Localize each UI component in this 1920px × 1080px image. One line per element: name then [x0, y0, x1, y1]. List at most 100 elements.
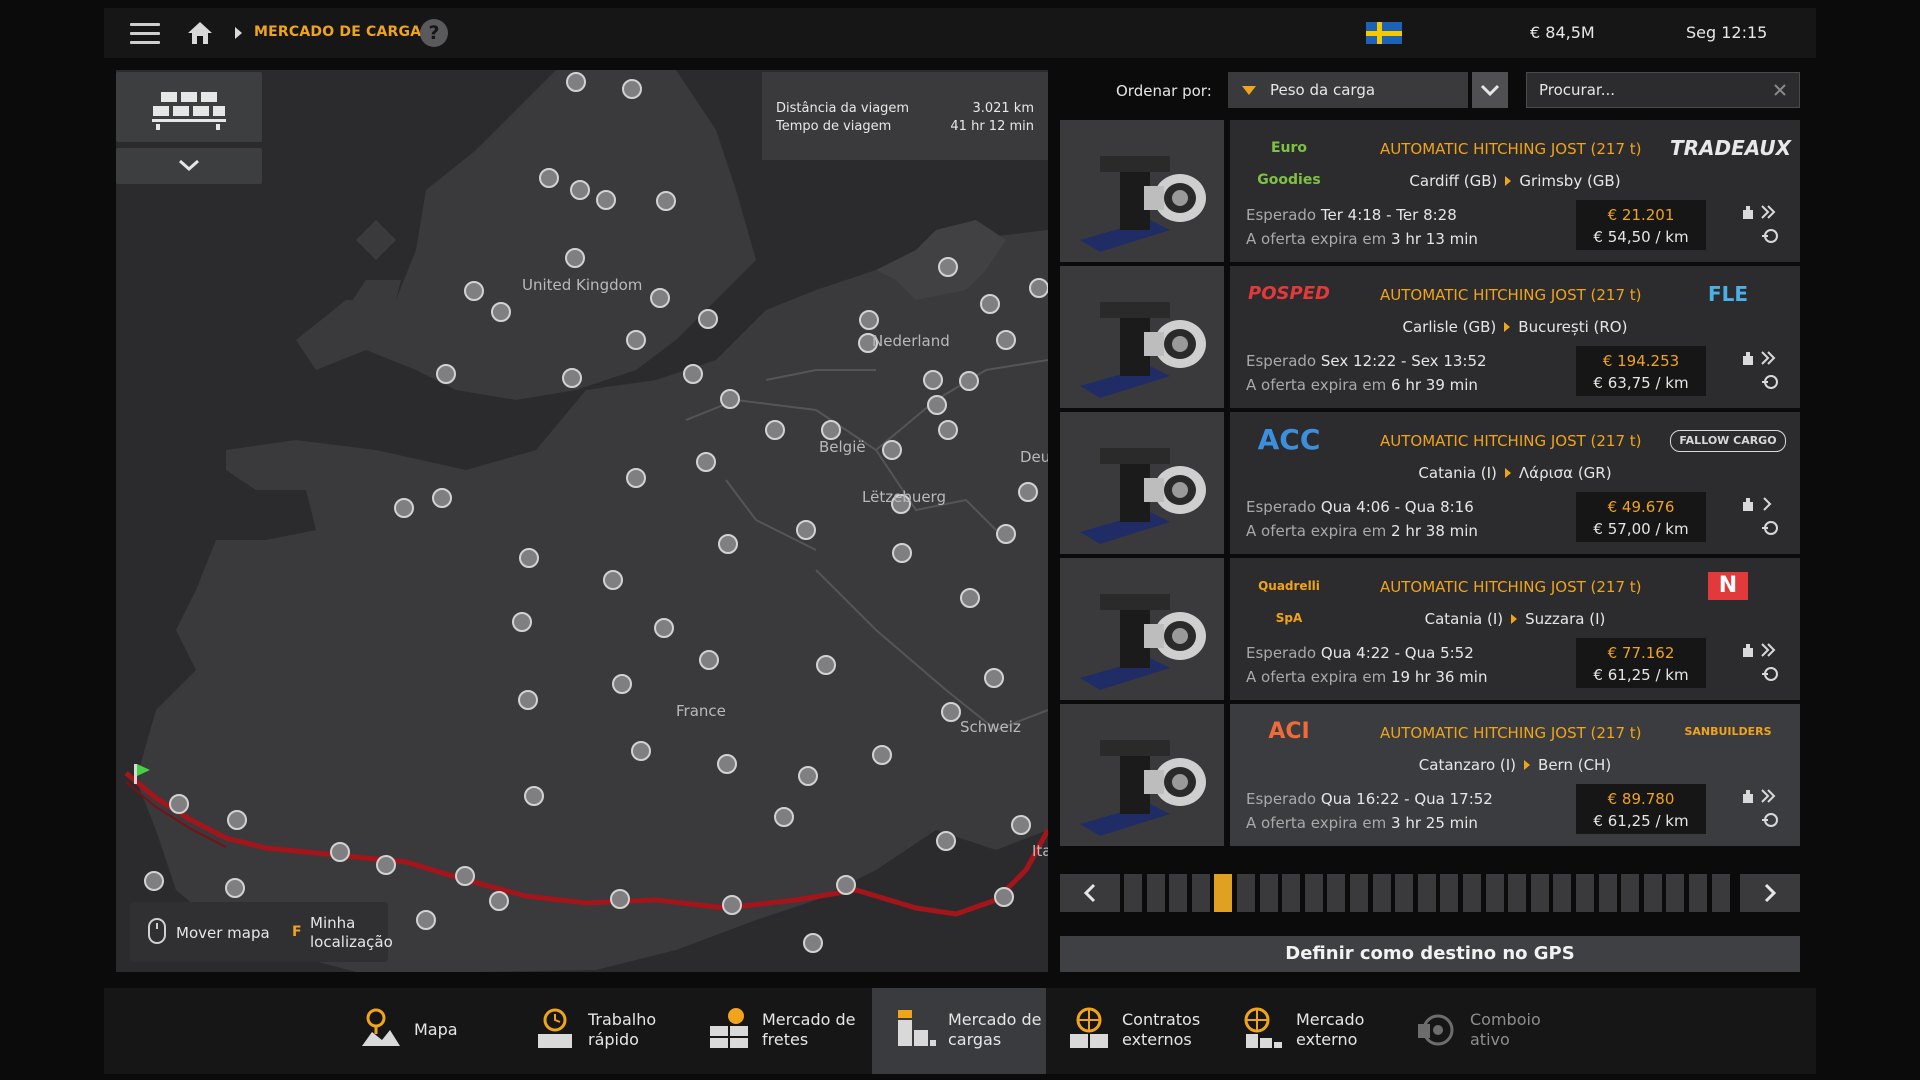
nav-freight-market[interactable]: Mercado de fretes: [686, 988, 860, 1074]
page-segment[interactable]: [1644, 874, 1662, 912]
job-card[interactable]: Quadrelli SpA AUTOMATIC HITCHING JOST (2…: [1060, 558, 1800, 700]
breadcrumb-arrow-icon: [235, 27, 242, 39]
next-page-button[interactable]: [1740, 874, 1800, 912]
bottom-navigation: Mapa Trabalho rápido Mercado de fretes M…: [104, 988, 1816, 1074]
page-segment[interactable]: [1576, 874, 1594, 912]
job-payment: € 194.253 € 63,75 / km: [1576, 346, 1706, 396]
external-contracts-icon: [1070, 1007, 1108, 1048]
job-card[interactable]: POSPED AUTOMATIC HITCHING JOST (217 t) F…: [1060, 266, 1800, 408]
page-segment[interactable]: [1373, 874, 1391, 912]
page-segment[interactable]: [1486, 874, 1504, 912]
home-icon[interactable]: [186, 20, 214, 46]
page-segment[interactable]: [1395, 874, 1413, 912]
cargo-name: AUTOMATIC HITCHING JOST (217 t): [1380, 724, 1642, 742]
page-segment[interactable]: [1282, 874, 1300, 912]
page-segment[interactable]: [1124, 874, 1142, 912]
page-segment[interactable]: [1666, 874, 1684, 912]
hitch-image: [1060, 558, 1224, 700]
page-segment-current[interactable]: [1214, 874, 1232, 912]
search-box[interactable]: [1526, 72, 1800, 108]
hitch-image: [1060, 120, 1224, 262]
origin: Catanzaro (I): [1418, 756, 1517, 774]
destination: Suzzara (I): [1525, 610, 1606, 628]
nav-external-market[interactable]: Mercado externo: [1220, 988, 1394, 1074]
map-label-uk: United Kingdom: [522, 276, 643, 294]
trailer-dropdown-button[interactable]: [116, 148, 262, 184]
job-route: Carlisle (GB) București (RO): [1230, 318, 1800, 336]
page-segment[interactable]: [1553, 874, 1571, 912]
page-segment[interactable]: [1712, 874, 1730, 912]
origin: Catania (I): [1418, 464, 1497, 482]
job-card[interactable]: ACI AUTOMATIC HITCHING JOST (217 t) SANB…: [1060, 704, 1800, 846]
page-segment[interactable]: [1350, 874, 1368, 912]
offer-expires: A oferta expira em 2 hr 38 min: [1246, 522, 1478, 540]
offer-expires: A oferta expira em 6 hr 39 min: [1246, 376, 1478, 394]
page-segment[interactable]: [1418, 874, 1436, 912]
route-info-panel: Distância da viagem 3.021 km Tempo de vi…: [762, 72, 1048, 160]
page-segment[interactable]: [1237, 874, 1255, 912]
page-segment[interactable]: [1440, 874, 1458, 912]
job-card[interactable]: Euro Goodies AUTOMATIC HITCHING JOST (21…: [1060, 120, 1800, 262]
sort-direction-icon[interactable]: [1242, 86, 1256, 95]
nav-external-contracts[interactable]: Contratos externos: [1046, 988, 1220, 1074]
world-map[interactable]: United Kingdom Nederland België Lëtzebue…: [116, 70, 1048, 972]
page-segment[interactable]: [1305, 874, 1323, 912]
job-card[interactable]: ACC AUTOMATIC HITCHING JOST (217 t) FALL…: [1060, 412, 1800, 554]
nav-active-convoy[interactable]: Comboio ativo: [1394, 988, 1568, 1074]
freight-market-icon: [710, 1008, 748, 1048]
nav-label: Mercado de cargas: [948, 1010, 1042, 1049]
sort-dropdown-button[interactable]: [1472, 72, 1508, 108]
sort-select[interactable]: Peso da carga: [1228, 72, 1468, 108]
prev-page-button[interactable]: [1060, 874, 1120, 912]
trailer-type-icon: [1762, 229, 1778, 243]
cargo-weight-icon: [1743, 206, 1753, 219]
page-segment[interactable]: [1327, 874, 1345, 912]
nav-map[interactable]: Mapa: [338, 988, 512, 1074]
map-controls-hint: Mover mapa F Minha localização: [130, 902, 393, 962]
page-segment[interactable]: [1147, 874, 1165, 912]
page-segment[interactable]: [1192, 874, 1210, 912]
page-segment[interactable]: [1169, 874, 1187, 912]
nav-label: Trabalho rápido: [588, 1010, 657, 1049]
nav-label: Mapa: [414, 1020, 458, 1039]
page-segment[interactable]: [1463, 874, 1481, 912]
page-segment[interactable]: [1508, 874, 1526, 912]
clear-search-icon[interactable]: [1771, 81, 1789, 99]
nav-quick-job[interactable]: Trabalho rápido: [512, 988, 686, 1074]
hamburger-menu-icon[interactable]: [130, 23, 160, 45]
company-logo-left: Euro Goodies: [1257, 140, 1321, 188]
expected-time: Esperado Qua 16:22 - Qua 17:52: [1246, 790, 1493, 808]
help-icon[interactable]: ?: [420, 19, 448, 47]
hitch-image: [1060, 266, 1224, 408]
urgency-icon: [1761, 789, 1776, 803]
chevron-down-icon: [1480, 84, 1500, 97]
sort-label: Ordenar por:: [1116, 82, 1212, 100]
cargo-thumbnail: [1060, 266, 1224, 408]
cargo-name: AUTOMATIC HITCHING JOST (217 t): [1380, 140, 1642, 158]
offer-expires: A oferta expira em 3 hr 25 min: [1246, 814, 1478, 832]
chevron-right-icon: [1764, 883, 1777, 903]
expected-time: Esperado Qua 4:06 - Qua 8:16: [1246, 498, 1474, 516]
page-segment[interactable]: [1621, 874, 1639, 912]
page-segment[interactable]: [1531, 874, 1549, 912]
trailer-type-icon: [1762, 667, 1778, 681]
cargo-name: AUTOMATIC HITCHING JOST (217 t): [1380, 578, 1642, 596]
company-logo-left: ACI: [1268, 719, 1310, 744]
cargo-market-icon: [898, 1010, 936, 1046]
page-segment[interactable]: [1599, 874, 1617, 912]
nav-label: Mercado externo: [1296, 1010, 1365, 1049]
job-route: Catanzaro (I) Bern (CH): [1230, 756, 1800, 774]
set-gps-destination-button[interactable]: Definir como destino no GPS: [1060, 936, 1800, 972]
nav-cargo-market[interactable]: Mercado de cargas: [872, 988, 1046, 1074]
urgency-icon: [1761, 643, 1776, 657]
search-input[interactable]: [1539, 81, 1759, 99]
page-segment[interactable]: [1260, 874, 1278, 912]
trailer-view-button[interactable]: [116, 72, 262, 142]
company-logo-right: N: [1708, 572, 1748, 600]
page-selector: [1060, 874, 1800, 912]
destination: București (RO): [1518, 318, 1628, 336]
my-location-hint[interactable]: Minha localização: [310, 914, 400, 952]
nav-label: Mercado de fretes: [762, 1010, 856, 1049]
map-label-it: Ita: [1032, 842, 1048, 860]
page-segment[interactable]: [1689, 874, 1707, 912]
